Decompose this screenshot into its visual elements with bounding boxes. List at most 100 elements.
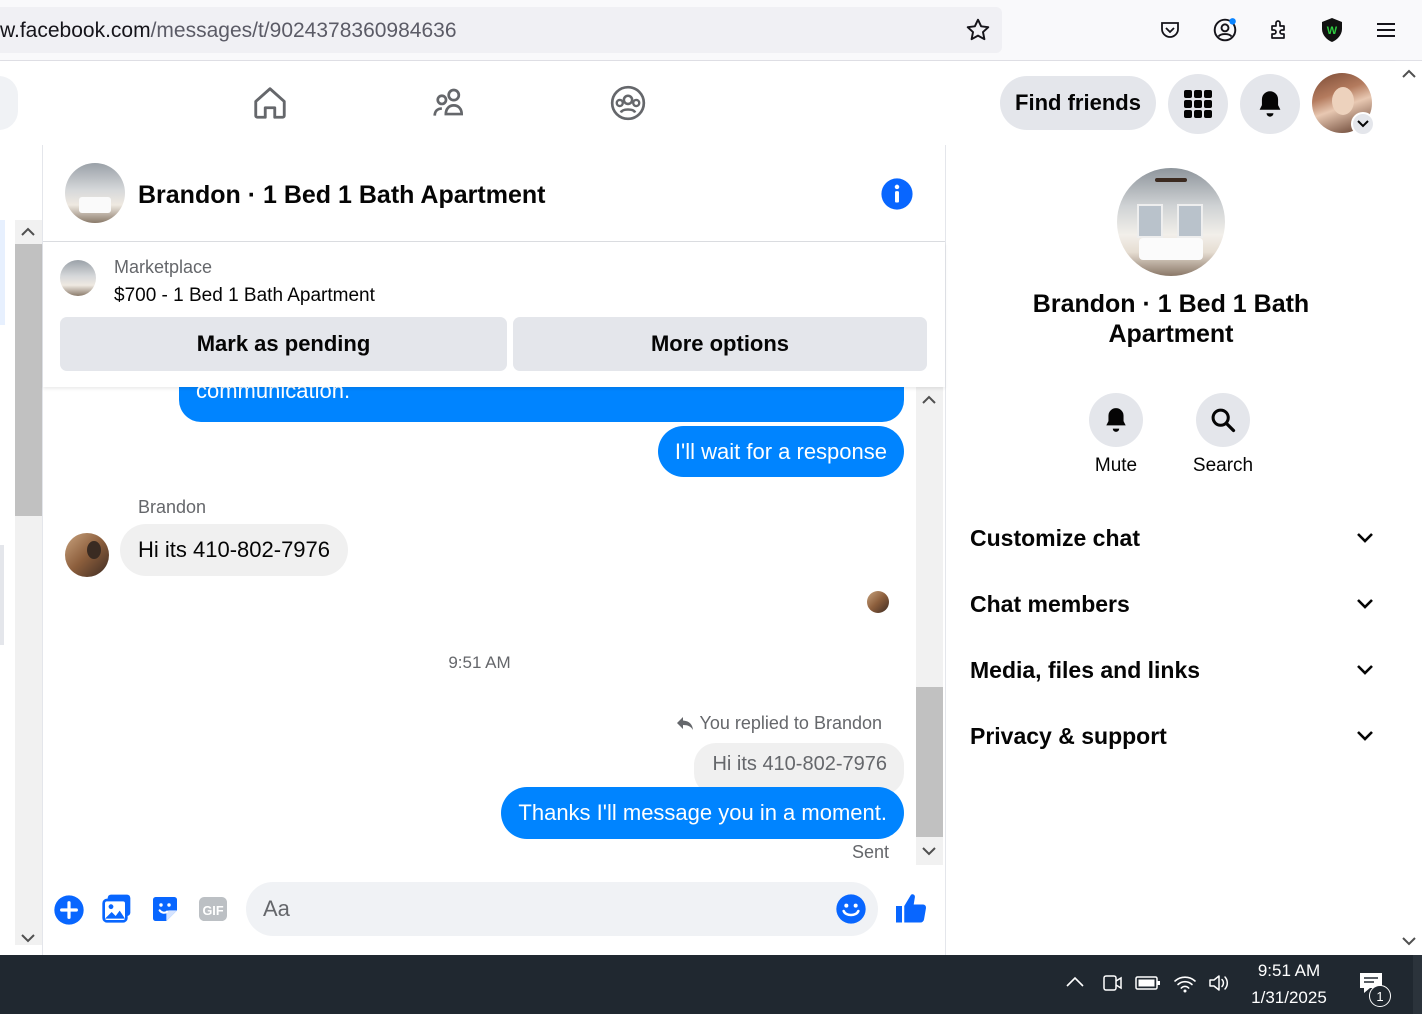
section-label: Customize chat bbox=[970, 524, 1140, 551]
message-scroll-thumb[interactable] bbox=[916, 687, 943, 837]
outgoing-message[interactable]: Thanks I'll message you in a moment. bbox=[501, 787, 904, 839]
chevron-down-icon bbox=[1357, 665, 1373, 675]
taskbar-time[interactable]: 9:51 AM bbox=[1244, 961, 1334, 981]
incoming-message[interactable]: Hi its 410-802-7976 bbox=[120, 524, 349, 576]
wifi-icon[interactable] bbox=[1173, 972, 1197, 994]
sender-name: Brandon bbox=[138, 497, 207, 517]
panel-chat-name: Brandon · 1 Bed 1 Bath Apartment bbox=[1032, 290, 1310, 348]
bookmark-star-icon[interactable] bbox=[962, 14, 994, 46]
reply-arrow-icon bbox=[676, 716, 693, 730]
mute-label[interactable]: Mute bbox=[1066, 455, 1166, 477]
chat-header: Brandon · 1 Bed 1 Bath Apartment bbox=[43, 145, 945, 242]
quoted-message-text: Hi its 410-802-7976 bbox=[712, 752, 887, 775]
reply-indicator: You replied to Brandon bbox=[676, 713, 882, 734]
chat-list-edge bbox=[0, 145, 43, 955]
chevron-down-icon bbox=[1357, 731, 1373, 741]
listing-title[interactable]: $700 - 1 Bed 1 Bath Apartment bbox=[114, 285, 375, 307]
page-scrollbar[interactable] bbox=[1396, 61, 1422, 955]
find-friends-button[interactable]: Find friends bbox=[1000, 76, 1156, 130]
message-scrollbar[interactable] bbox=[916, 387, 943, 865]
show-desktop-button[interactable] bbox=[1413, 955, 1422, 1014]
search-label[interactable]: Search bbox=[1173, 455, 1273, 477]
svg-text:W: W bbox=[1327, 25, 1338, 37]
scroll-up-arrow-icon[interactable] bbox=[918, 392, 940, 406]
groups-icon[interactable] bbox=[606, 81, 650, 125]
shield-extension-icon[interactable]: W bbox=[1316, 14, 1348, 46]
facebook-nav-bar: Find friends bbox=[0, 61, 1396, 145]
marketplace-label: Marketplace bbox=[114, 257, 213, 277]
address-bar[interactable]: w.facebook.com/messages/t/90243783609846… bbox=[0, 7, 1002, 53]
search-field-edge[interactable] bbox=[0, 76, 18, 130]
search-conversation-button[interactable] bbox=[1196, 393, 1250, 447]
scroll-down-arrow-icon[interactable] bbox=[17, 932, 39, 946]
menu-icon[interactable] bbox=[1370, 14, 1402, 46]
meet-now-icon[interactable] bbox=[1101, 972, 1123, 994]
url-text[interactable]: w.facebook.com/messages/t/90243783609846… bbox=[0, 19, 457, 43]
chat-members-row[interactable]: Chat members bbox=[970, 576, 1374, 632]
browser-toolbar: w.facebook.com/messages/t/90243783609846… bbox=[0, 0, 1422, 61]
privacy-support-row[interactable]: Privacy & support bbox=[970, 708, 1374, 764]
gif-icon[interactable]: GIF bbox=[197, 893, 229, 925]
volume-icon[interactable] bbox=[1207, 972, 1231, 994]
section-label: Chat members bbox=[970, 590, 1130, 617]
extensions-icon[interactable] bbox=[1263, 14, 1295, 46]
notification-count-badge: 1 bbox=[1369, 985, 1391, 1007]
chevron-down-icon bbox=[1357, 599, 1373, 609]
message-status: Sent bbox=[851, 842, 889, 862]
read-receipt-avatar bbox=[867, 591, 889, 613]
listing-thumbnail[interactable] bbox=[60, 260, 96, 296]
section-label: Media, files and links bbox=[970, 656, 1201, 683]
message-timestamp: 9:51 AM bbox=[448, 653, 511, 672]
sticker-icon[interactable] bbox=[149, 893, 181, 925]
account-icon[interactable] bbox=[1209, 14, 1241, 46]
friends-icon[interactable] bbox=[427, 81, 471, 125]
outgoing-message[interactable]: I'll wait for a response bbox=[657, 426, 904, 477]
message-text: communication. bbox=[196, 387, 351, 403]
message-composer: GIF bbox=[43, 865, 945, 955]
emoji-icon[interactable] bbox=[835, 893, 867, 925]
media-files-links-row[interactable]: Media, files and links bbox=[970, 642, 1374, 698]
taskbar-date[interactable]: 1/31/2025 bbox=[1244, 988, 1334, 1008]
windows-taskbar: 9:51 AM 1/31/2025 1 bbox=[0, 955, 1422, 1014]
message-text: I'll wait for a response bbox=[674, 438, 887, 464]
menu-grid-button[interactable] bbox=[1168, 74, 1228, 134]
scroll-down-arrow-icon[interactable] bbox=[1399, 935, 1419, 949]
show-hidden-icons-icon[interactable] bbox=[1064, 975, 1086, 989]
section-label: Privacy & support bbox=[970, 722, 1167, 749]
more-actions-plus-icon[interactable] bbox=[53, 894, 85, 926]
outgoing-message[interactable]: communication. bbox=[179, 387, 904, 422]
chat-title[interactable]: Brandon · 1 Bed 1 Bath Apartment bbox=[138, 181, 545, 210]
more-options-button[interactable]: More options bbox=[513, 317, 927, 371]
chat-avatar[interactable] bbox=[65, 163, 125, 223]
scroll-up-arrow-icon[interactable] bbox=[1399, 66, 1419, 80]
scroll-down-arrow-icon[interactable] bbox=[918, 845, 940, 859]
marketplace-listing-bar: Marketplace $700 - 1 Bed 1 Bath Apartmen… bbox=[43, 242, 945, 387]
thumbs-up-icon[interactable] bbox=[893, 891, 929, 927]
sender-avatar[interactable] bbox=[65, 533, 109, 577]
battery-icon[interactable] bbox=[1134, 973, 1162, 993]
reply-indicator-text: You replied to Brandon bbox=[699, 713, 882, 733]
home-icon[interactable] bbox=[248, 81, 292, 125]
bell-icon bbox=[1259, 91, 1281, 117]
chat-list-scroll-thumb[interactable] bbox=[15, 244, 42, 516]
chat-list-scrollbar[interactable] bbox=[15, 220, 42, 945]
chat-list-highlight bbox=[0, 220, 5, 325]
chat-profile-photo[interactable] bbox=[1117, 168, 1225, 276]
message-text: Hi its 410-802-7976 bbox=[138, 537, 331, 562]
message-thread: communication. I'll wait for a response … bbox=[43, 387, 916, 865]
bell-icon bbox=[1106, 408, 1126, 432]
svg-text:GIF: GIF bbox=[202, 904, 223, 918]
mute-button[interactable] bbox=[1089, 393, 1143, 447]
message-text: Thanks I'll message you in a moment. bbox=[518, 800, 887, 825]
attach-photo-icon[interactable] bbox=[101, 892, 133, 924]
account-dropdown-icon[interactable] bbox=[1351, 112, 1375, 136]
mark-as-pending-button[interactable]: Mark as pending bbox=[60, 317, 507, 371]
chevron-down-icon bbox=[1357, 533, 1373, 543]
conversation-info-icon[interactable] bbox=[880, 177, 914, 211]
pocket-icon[interactable] bbox=[1154, 14, 1186, 46]
chat-list-divider bbox=[0, 545, 4, 645]
scroll-up-arrow-icon[interactable] bbox=[17, 224, 39, 238]
customize-chat-row[interactable]: Customize chat bbox=[970, 510, 1374, 566]
message-input[interactable] bbox=[246, 882, 878, 936]
notifications-button[interactable] bbox=[1240, 74, 1300, 134]
